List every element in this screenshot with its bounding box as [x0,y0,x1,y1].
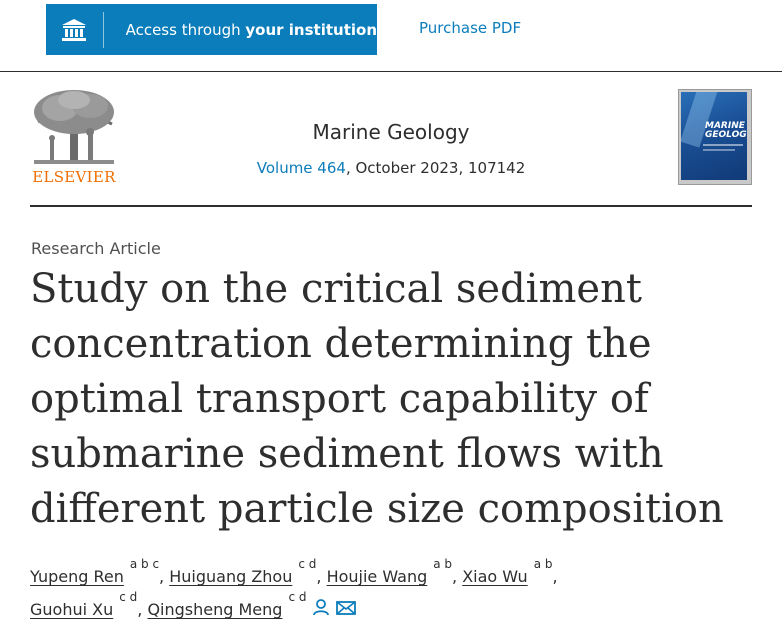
author-affiliations[interactable]: c d [119,590,137,604]
author-name-link[interactable]: Houjie Wang [327,567,428,586]
cover-title-line2: GEOLOGY [705,130,747,140]
author-name-link[interactable]: Huiguang Zhou [169,567,292,586]
author-separator: , [137,600,148,619]
article-type-label: Research Article [31,239,161,258]
author-name-link[interactable]: Qingsheng Meng [147,600,282,619]
person-icon[interactable] [312,594,330,627]
author-affiliations[interactable]: c d [288,590,306,604]
author-affiliations[interactable]: a b [433,557,452,571]
author-affiliations[interactable]: a b c [130,557,159,571]
volume-link[interactable]: Volume 464 [257,159,346,177]
author-entry: Qingsheng Meng c d [147,591,306,619]
author-entry: Xiao Wu a b, [462,558,558,586]
top-bar: Access through your institution Purchase… [0,0,782,72]
cover-art: MARINE GEOLOGY [681,92,747,180]
access-button-label: Access through your institution [125,20,377,39]
institution-icon [46,4,103,55]
author-entry: Houjie Wang a b, [327,558,463,586]
author-name-link[interactable]: Yupeng Ren [30,567,124,586]
article-title: Study on the critical sediment concentra… [30,266,724,532]
cover-subtitle-line [703,144,743,146]
issue-date: , October 2023, 107142 [345,159,526,177]
author-name-link[interactable]: Xiao Wu [462,567,527,586]
journal-title-link[interactable]: Marine Geology [30,120,752,144]
author-separator: , [159,567,170,586]
author-separator: , [552,567,558,586]
author-list: Yupeng Ren a b c, Huiguang Zhou c d, Houji… [30,558,770,627]
purchase-pdf-link[interactable]: Purchase PDF [419,19,521,37]
journal-cover-image[interactable]: MARINE GEOLOGY [678,89,752,185]
author-separator: , [452,567,463,586]
cover-subtitle-line [703,149,735,151]
button-divider [102,11,104,48]
author-affiliations[interactable]: c d [298,557,316,571]
author-name-link[interactable]: Guohui Xu [30,600,113,619]
envelope-icon[interactable] [336,594,357,627]
access-through-institution-button[interactable]: Access through your institution [46,4,377,55]
author-separator: , [316,567,327,586]
author-entry: Guohui Xu c d, [30,591,148,619]
issue-info: Volume 464, October 2023, 107142 [30,159,752,177]
journal-header: ELSEVIER Marine Geology Volume 464, Octo… [30,82,752,207]
author-affiliations[interactable]: a b [534,557,553,571]
author-entry: Huiguang Zhou c d, [169,558,327,586]
author-entry: Yupeng Ren a b c, [30,558,170,586]
